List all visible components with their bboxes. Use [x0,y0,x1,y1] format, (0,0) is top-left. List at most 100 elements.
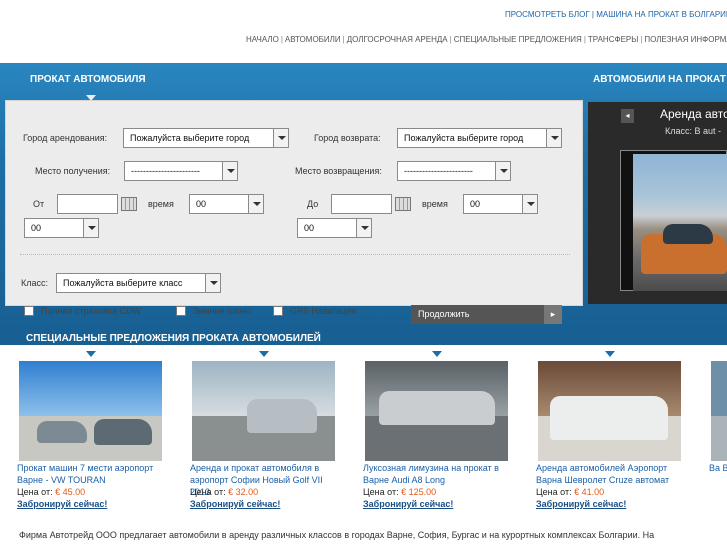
offer-card: Аренда и прокат автомобиля в аэропорт Со… [181,351,347,509]
from-label: От [33,199,45,209]
to-hour-select[interactable]: 00 [463,194,538,214]
photo-ground [711,416,727,461]
slider-car-image[interactable] [633,154,727,291]
price-value: € 41.00 [574,487,605,497]
return-place-select[interactable]: ----------------------- [397,161,511,181]
special-offers-title: СПЕЦИАЛЬНЫЕ ПРЕДЛОЖЕНИЯ ПРОКАТА АВТОМОБИ… [26,333,321,344]
offer-card: Ва Ва [700,351,727,501]
offer-image[interactable] [192,361,335,461]
from-hour-value: 00 [196,199,207,209]
price-label: Цена от: [190,487,226,497]
from-hour-select[interactable]: 00 [189,194,264,214]
gps-checkbox[interactable] [273,306,283,316]
nav-item-transfers[interactable]: ТРАНСФЕРЫ [588,35,638,44]
cdw-checkbox[interactable] [24,306,34,316]
from-minute-value: 00 [31,223,42,233]
chevron-down-icon [495,162,510,180]
chevron-down-icon [83,219,98,237]
chevron-down-icon [356,219,371,237]
chevron-down-icon [522,195,537,213]
chevron-down-icon [248,195,263,213]
nav-item-cars[interactable]: АВТОМОБИЛИ [285,35,341,44]
nav-separator: | [342,35,345,44]
to-hour-value: 00 [470,199,481,209]
car-shape [94,419,152,445]
from-time-label: время [148,199,174,209]
car-window [663,224,713,244]
to-minute-select[interactable]: 00 [297,218,372,238]
return-city-select[interactable]: Пожалуйста выберите город [397,128,562,148]
offer-card: Луксозная лимузина на прокат в Варне Aud… [354,351,520,509]
book-now-link[interactable]: Забронируй сейчас! [17,499,107,509]
offer-title-link[interactable]: Луксозная лимузина на прокат в Варне Aud… [363,462,515,486]
from-date-input[interactable] [57,194,118,214]
pickup-place-value: ----------------------- [131,166,200,176]
offer-price: Цена от: € 41.00 [536,487,604,497]
from-minute-select[interactable]: 00 [24,218,99,238]
pickup-city-select[interactable]: Пожалуйста выберите город [123,128,289,148]
to-time-label: время [422,199,448,209]
offer-title-link[interactable]: Ва Ва [709,462,727,474]
price-label: Цена от: [363,487,399,497]
calendar-icon[interactable] [395,197,411,211]
nav-item-long-term[interactable]: ДОЛГОСРОЧНАЯ АРЕНДА [347,35,448,44]
card-pointer [432,351,442,357]
calendar-icon[interactable] [121,197,137,211]
winter-tires-label: Зимние шины [193,306,251,316]
return-city-value: Пожалуйста выберите город [404,133,524,143]
top-links-separator: | [591,10,594,19]
pickup-place-label: Место получения: [35,166,111,176]
car-bulgaria-link[interactable]: МАШИНА НА ПРОКАТ В БОЛГАРИИ [596,10,727,19]
class-value: Пожалуйста выберите класс [63,278,183,288]
nav-item-home[interactable]: НАЧАЛО [246,35,279,44]
return-city-label: Город возврата: [314,133,381,143]
nav-item-useful-info[interactable]: ПОЛЕЗНАЯ ИНФОРМАЦИЯ [644,35,727,44]
book-now-link[interactable]: Забронируй сейчас! [363,499,453,509]
continue-button[interactable]: Продолжить ▸ [411,305,562,324]
offer-image[interactable] [365,361,508,461]
form-divider [20,254,570,255]
book-now-link[interactable]: Забронируй сейчас! [190,499,280,509]
nav-separator: | [449,35,452,44]
to-date-input[interactable] [331,194,392,214]
offer-price: Цена от: € 32.00 [190,487,258,497]
class-select[interactable]: Пожалуйста выберите класс [56,273,221,293]
winter-tires-checkbox[interactable] [176,306,186,316]
chevron-down-icon [273,129,288,147]
pickup-place-select[interactable]: ----------------------- [124,161,238,181]
to-label: До [307,199,319,209]
card-pointer [259,351,269,357]
offer-price: Цена от: € 45.00 [17,487,85,497]
page: ПРОСМОТРЕТЬ БЛОГ | МАШИНА НА ПРОКАТ В БО… [0,0,727,545]
cars-title: АВТОМОБИЛИ НА ПРОКАТ [593,74,726,85]
price-value: € 125.00 [401,487,437,497]
slider-prev-button[interactable]: ◂ [621,109,634,123]
cdw-label: Полная страховка CDW [41,306,141,316]
offer-image[interactable] [711,361,727,461]
chevron-down-icon [205,274,220,292]
offer-price: Цена от: € 125.00 [363,487,436,497]
offer-title-link[interactable]: Прокат машин 7 мести аэропорт Варне - VW… [17,462,169,486]
offer-card: Аренда автомобилей Аэропорт Варна Шеврол… [527,351,693,509]
car-shape [247,399,317,433]
class-label: Класс: [21,278,48,288]
price-value: € 45.00 [55,487,86,497]
rental-title: ПРОКАТ АВТОМОБИЛЯ [30,74,146,85]
car-shape [379,391,495,425]
card-pointer [86,351,96,357]
nav-item-special-offers[interactable]: СПЕЦИАЛЬНЫЕ ПРЕДЛОЖЕНИЯ [454,35,582,44]
card-pointer [605,351,615,357]
chevron-down-icon [546,129,561,147]
top-links: ПРОСМОТРЕТЬ БЛОГ | МАШИНА НА ПРОКАТ В БО… [505,10,727,19]
blog-link[interactable]: ПРОСМОТРЕТЬ БЛОГ [505,10,590,19]
photo-sky [711,361,727,416]
main-nav: НАЧАЛО | АВТОМОБИЛИ | ДОЛГОСРОЧНАЯ АРЕНДА | СП… [246,35,727,44]
price-label: Цена от: [17,487,53,497]
offer-image[interactable] [19,361,162,461]
offer-title-link[interactable]: Аренда автомобилей Аэропорт Варна Шеврол… [536,462,688,486]
intro-text: Фирма Автотрейд ООО предлагает автомобил… [19,530,655,540]
offer-image[interactable] [538,361,681,461]
nav-separator: | [640,35,643,44]
slider-title: Аренда авто [660,107,727,121]
book-now-link[interactable]: Забронируй сейчас! [536,499,626,509]
